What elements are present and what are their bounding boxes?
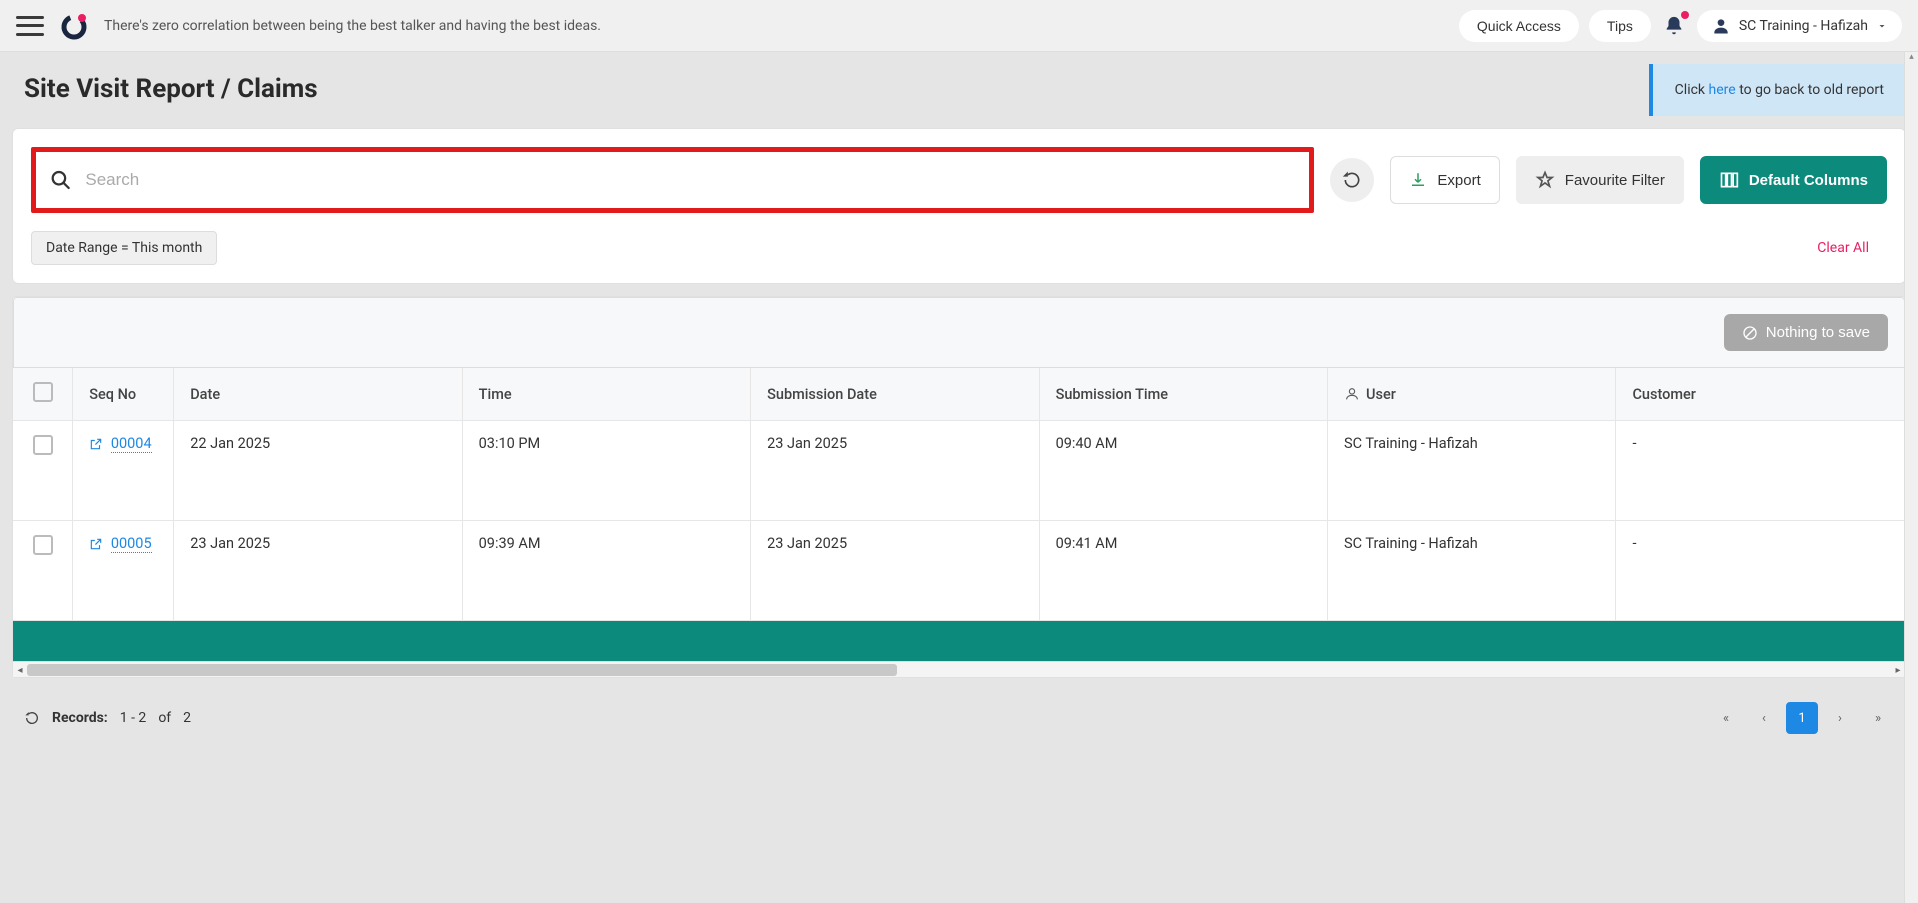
of-label: of (158, 710, 171, 726)
cell-user: SC Training - Hafizah (1328, 421, 1616, 521)
scroll-thumb[interactable] (27, 664, 897, 676)
default-columns-button[interactable]: Default Columns (1700, 156, 1887, 204)
row-checkbox[interactable] (33, 435, 53, 455)
scroll-right-icon[interactable]: ▸ (1891, 662, 1905, 678)
search-icon (50, 169, 71, 191)
header-user[interactable]: User (1328, 368, 1616, 421)
export-button[interactable]: Export (1390, 156, 1499, 204)
old-report-banner: Click here to go back to old report (1649, 64, 1906, 116)
notifications-button[interactable] (1661, 13, 1687, 39)
header-date[interactable]: Date (174, 368, 462, 421)
table-header-row: Seq No Date Time Submission Date Submiss… (13, 368, 1905, 421)
pager-last[interactable]: » (1862, 702, 1894, 734)
cell-sub-time: 09:40 AM (1039, 421, 1327, 521)
records-range: 1 - 2 (120, 710, 147, 726)
columns-icon (1719, 170, 1739, 190)
external-link-icon[interactable] (89, 437, 103, 451)
notification-dot (1681, 11, 1689, 19)
cell-user: SC Training - Hafizah (1328, 521, 1616, 621)
table-row: 00004 22 Jan 2025 03:10 PM 23 Jan 2025 0… (13, 421, 1905, 521)
pager-next[interactable]: › (1824, 702, 1856, 734)
cell-date: 22 Jan 2025 (174, 421, 462, 521)
header-customer[interactable]: Customer (1616, 368, 1905, 421)
nothing-to-save-button: Nothing to save (1724, 314, 1888, 351)
row-checkbox[interactable] (33, 535, 53, 555)
user-icon (1711, 16, 1731, 36)
user-column-icon (1344, 386, 1360, 402)
cell-customer: - (1616, 421, 1905, 521)
seq-link[interactable]: 00004 (111, 435, 152, 453)
action-row: Export Favourite Filter Default Columns (13, 129, 1905, 231)
records-label: Records: (52, 710, 108, 726)
header-time[interactable]: Time (462, 368, 750, 421)
records-total: 2 (183, 710, 191, 726)
filter-row: Date Range = This month Clear All (13, 231, 1905, 283)
date-range-chip[interactable]: Date Range = This month (31, 231, 217, 265)
data-table: Seq No Date Time Submission Date Submiss… (13, 368, 1905, 621)
horizontal-scrollbar[interactable]: ◂ ▸ (13, 661, 1905, 677)
download-icon (1409, 171, 1427, 189)
cell-time: 09:39 AM (462, 521, 750, 621)
favourite-filter-button[interactable]: Favourite Filter (1516, 156, 1684, 204)
user-menu[interactable]: SC Training - Hafizah (1697, 10, 1902, 42)
user-name: SC Training - Hafizah (1739, 18, 1868, 34)
app-logo[interactable] (60, 12, 88, 40)
vertical-scrollbar[interactable] (1904, 52, 1918, 903)
refresh-icon (1342, 170, 1362, 190)
table-footer-band (13, 621, 1905, 661)
search-container (31, 147, 1314, 213)
cell-date: 23 Jan 2025 (174, 521, 462, 621)
header-quote: There's zero correlation between being t… (104, 18, 1443, 34)
header-submission-date[interactable]: Submission Date (751, 368, 1039, 421)
pager-current[interactable]: 1 (1786, 702, 1818, 734)
prohibit-icon (1742, 325, 1758, 341)
header-checkbox-cell (13, 368, 73, 421)
cell-sub-date: 23 Jan 2025 (751, 521, 1039, 621)
quick-access-button[interactable]: Quick Access (1459, 10, 1579, 42)
menu-icon[interactable] (16, 16, 44, 36)
old-report-link[interactable]: here (1709, 82, 1736, 98)
table-row: 00005 23 Jan 2025 09:39 AM 23 Jan 2025 0… (13, 521, 1905, 621)
pager-first[interactable]: « (1710, 702, 1742, 734)
page-header-area: Site Visit Report / Claims Click here to… (0, 52, 1918, 116)
external-link-icon[interactable] (89, 537, 103, 551)
tips-button[interactable]: Tips (1589, 10, 1651, 42)
header-right: Quick Access Tips SC Training - Hafizah (1459, 10, 1902, 42)
cell-sub-date: 23 Jan 2025 (751, 421, 1039, 521)
refresh-button[interactable] (1330, 158, 1374, 202)
cell-sub-time: 09:41 AM (1039, 521, 1327, 621)
star-icon (1535, 170, 1555, 190)
clear-all-link[interactable]: Clear All (1817, 240, 1869, 256)
page-title: Site Visit Report / Claims (12, 74, 1906, 104)
header-submission-time[interactable]: Submission Time (1039, 368, 1327, 421)
cell-seq: 00004 (73, 421, 174, 521)
pagination: « ‹ 1 › » (1710, 702, 1894, 734)
search-input[interactable] (85, 170, 1295, 190)
table-card: Nothing to save Seq No Date Time Submiss… (12, 296, 1906, 678)
cell-time: 03:10 PM (462, 421, 750, 521)
select-all-checkbox[interactable] (33, 382, 53, 402)
scroll-left-icon[interactable]: ◂ (13, 662, 27, 678)
app-header: There's zero correlation between being t… (0, 0, 1918, 52)
chevron-down-icon (1876, 20, 1888, 32)
header-seq[interactable]: Seq No (73, 368, 174, 421)
pager-prev[interactable]: ‹ (1748, 702, 1780, 734)
footer-refresh-icon[interactable] (24, 710, 40, 726)
table-toolbar: Nothing to save (13, 297, 1905, 368)
cell-customer: - (1616, 521, 1905, 621)
search-card: Export Favourite Filter Default Columns … (12, 128, 1906, 284)
seq-link[interactable]: 00005 (111, 535, 152, 553)
footer-bar: Records: 1 - 2 of 2 « ‹ 1 › » (0, 690, 1918, 746)
cell-seq: 00005 (73, 521, 174, 621)
